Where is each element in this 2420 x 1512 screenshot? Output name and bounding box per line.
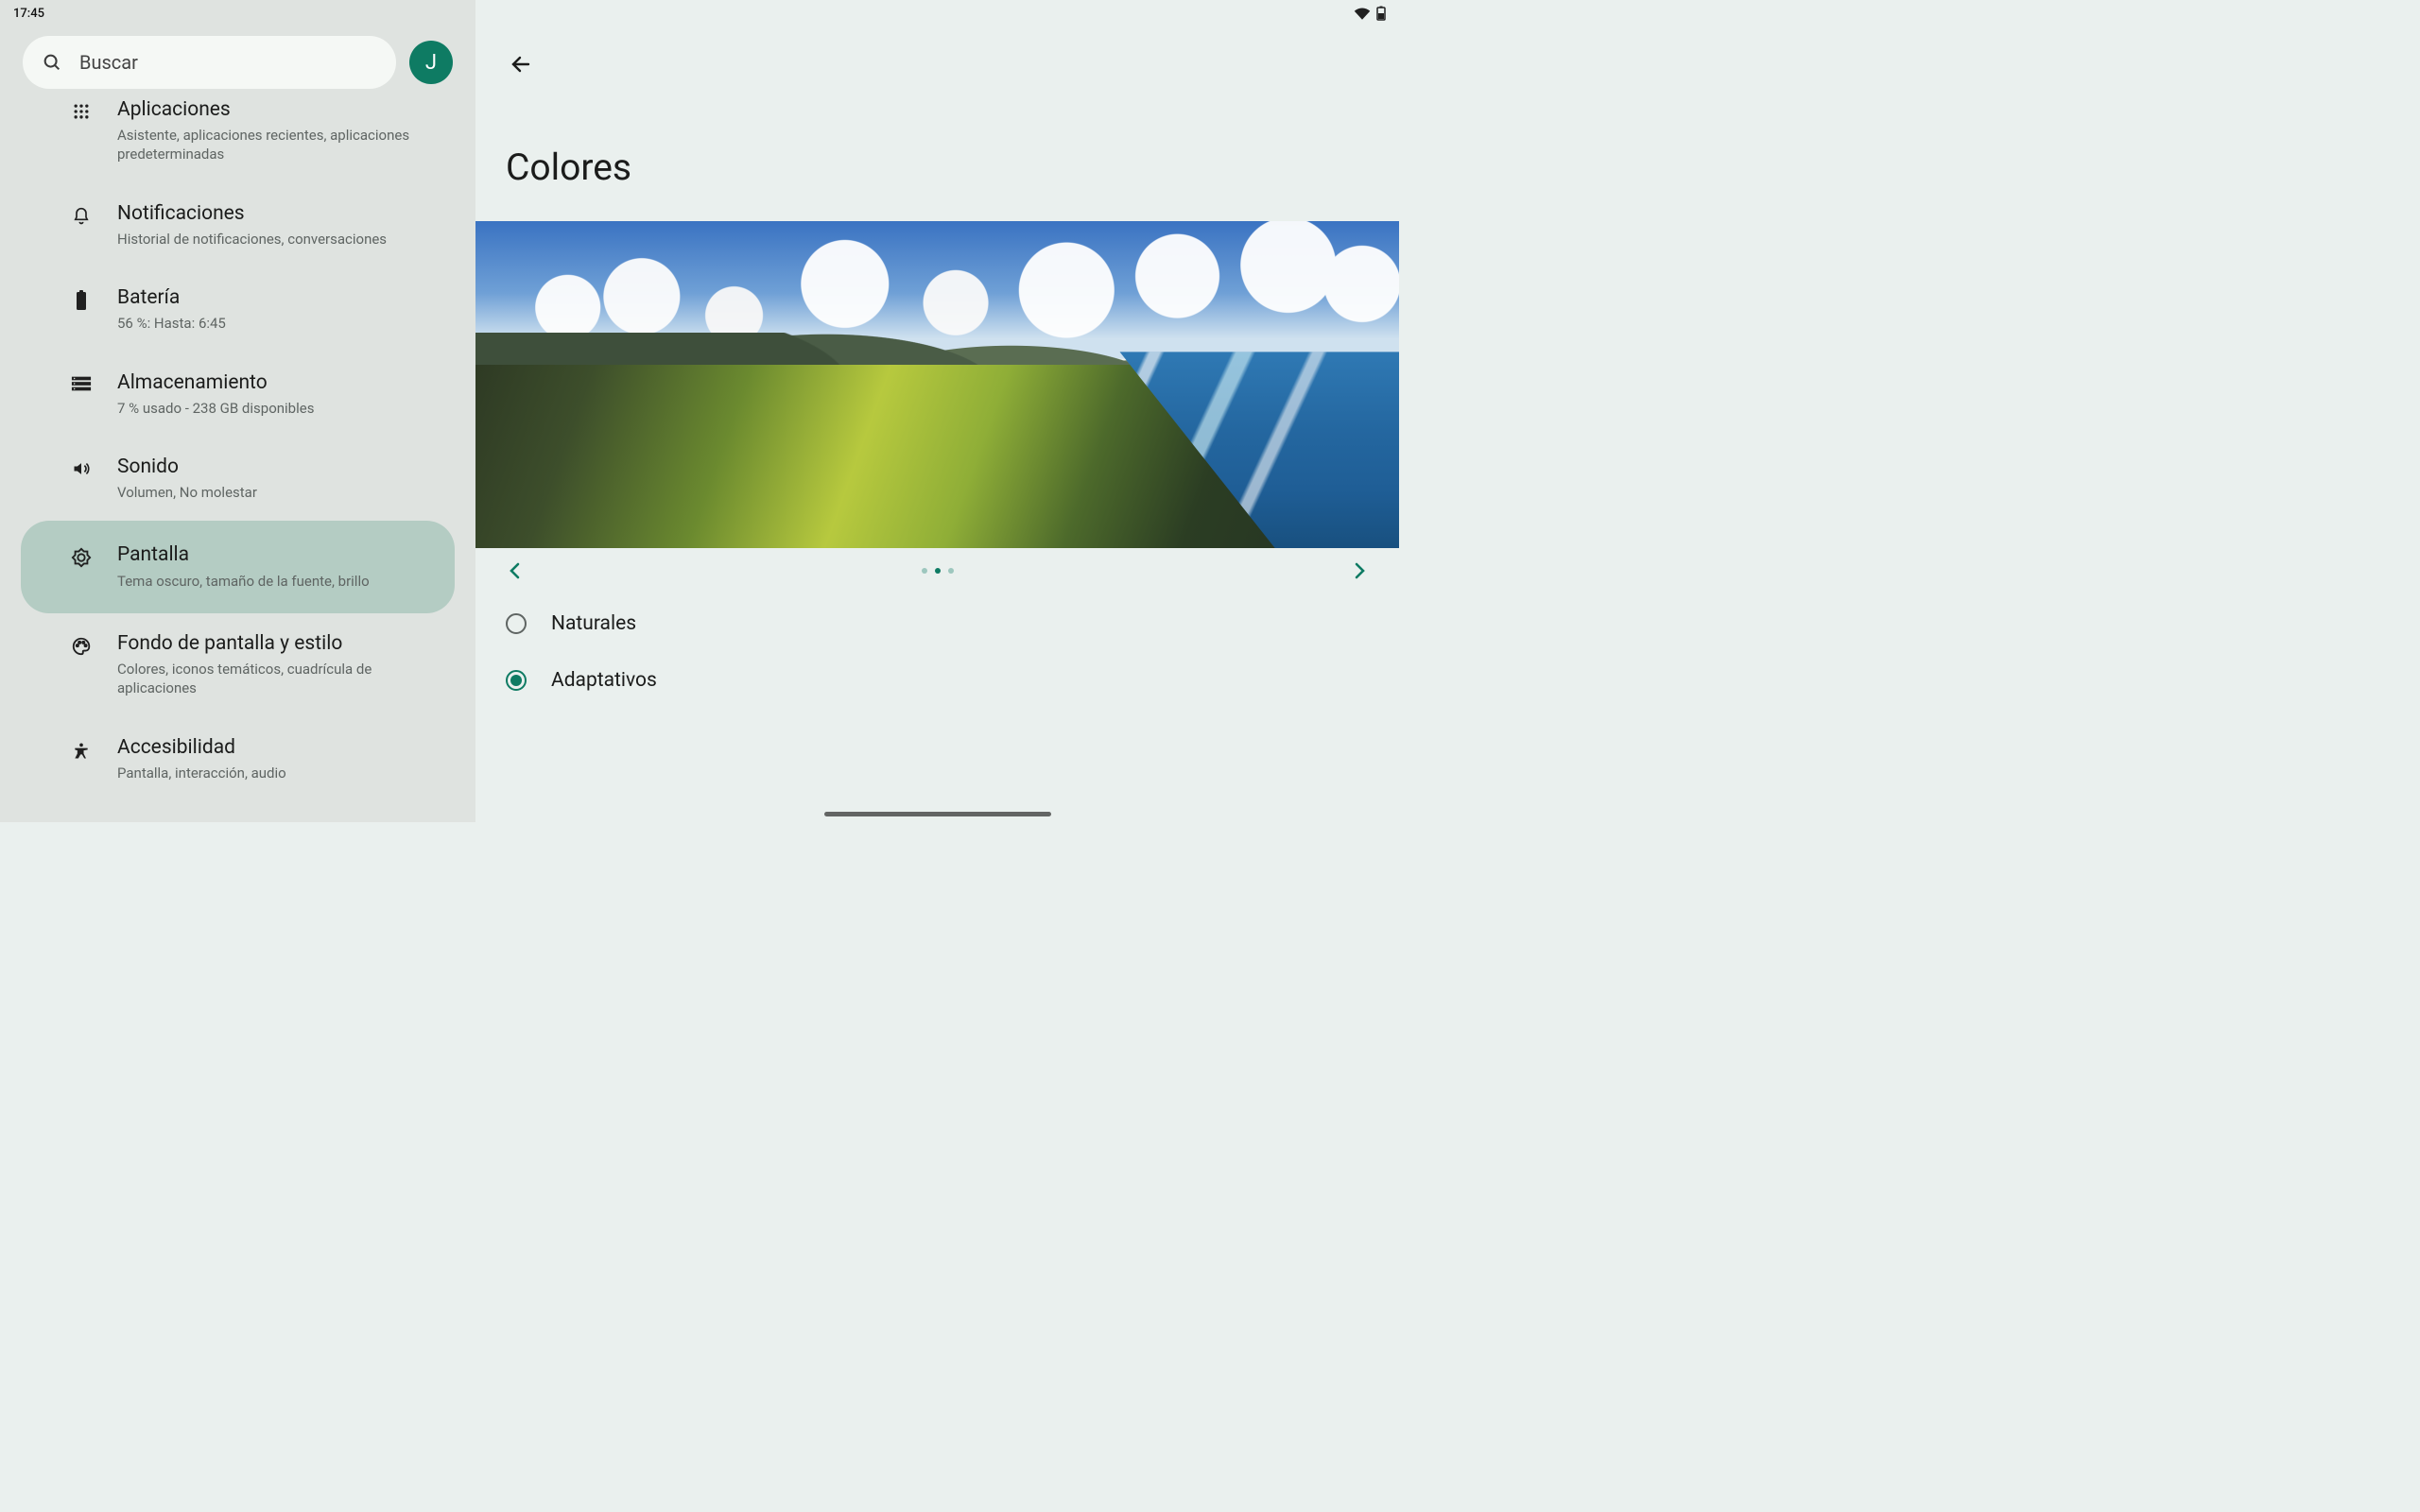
sidebar-item-sub: Pantalla, interacción, audio bbox=[117, 764, 286, 782]
search-input[interactable]: Buscar bbox=[23, 36, 396, 89]
detail-topbar: Colores bbox=[475, 0, 1399, 221]
sound-icon bbox=[70, 455, 93, 478]
sidebar-item-sub: Historial de notificaciones, conversacio… bbox=[117, 230, 387, 249]
sidebar-item-almacenamiento[interactable]: Almacenamiento 7 % usado - 238 GB dispon… bbox=[21, 352, 455, 437]
pager-dots bbox=[922, 568, 954, 574]
sidebar-item-sub: 7 % usado - 238 GB disponibles bbox=[117, 399, 314, 418]
sidebar-item-pantalla[interactable]: Pantalla Tema oscuro, tamaño de la fuent… bbox=[21, 521, 455, 612]
sidebar-item-sub: 56 %: Hasta: 6:45 bbox=[117, 314, 226, 333]
sidebar-item-bateria[interactable]: Batería 56 %: Hasta: 6:45 bbox=[21, 267, 455, 352]
radio-icon bbox=[506, 613, 527, 634]
sidebar-item-title: Notificaciones bbox=[117, 202, 387, 226]
status-icons-right bbox=[1354, 6, 1386, 21]
gesture-nav-handle[interactable] bbox=[824, 812, 1051, 816]
settings-screen: 17:45 Buscar J bbox=[0, 0, 1399, 822]
battery-icon bbox=[70, 286, 93, 311]
sidebar-item-sub: Tema oscuro, tamaño de la fuente, brillo bbox=[117, 572, 370, 591]
storage-icon bbox=[70, 371, 93, 392]
status-bar: 17:45 bbox=[0, 0, 475, 26]
sidebar-item-title: Accesibilidad bbox=[117, 736, 286, 760]
sidebar-item-title: Almacenamiento bbox=[117, 371, 314, 395]
accessibility-icon bbox=[70, 736, 93, 763]
sidebar-item-notificaciones[interactable]: Notificaciones Historial de notificacion… bbox=[21, 183, 455, 267]
pager-prev-button[interactable] bbox=[502, 558, 528, 584]
sidebar-item-sub: Asistente, aplicaciones recientes, aplic… bbox=[117, 126, 430, 164]
status-time: 17:45 bbox=[13, 7, 44, 21]
bell-icon bbox=[70, 202, 93, 227]
profile-avatar[interactable]: J bbox=[409, 41, 453, 84]
option-naturales[interactable]: Naturales bbox=[502, 595, 1373, 652]
sidebar-item-accesibilidad[interactable]: Accesibilidad Pantalla, interacción, aud… bbox=[21, 717, 455, 801]
sidebar-item-title: Batería bbox=[117, 286, 226, 310]
sidebar-item-title: Aplicaciones bbox=[117, 98, 430, 122]
pager-dot bbox=[948, 568, 954, 574]
option-adaptativos[interactable]: Adaptativos bbox=[502, 652, 1373, 709]
avatar-initial: J bbox=[425, 51, 437, 75]
preview-pager bbox=[475, 548, 1399, 590]
color-options: Naturales Adaptativos bbox=[475, 590, 1399, 714]
sidebar-item-title: Sonido bbox=[117, 455, 257, 479]
option-label: Adaptativos bbox=[551, 669, 657, 692]
sidebar-item-title: Fondo de pantalla y estilo bbox=[117, 632, 430, 656]
sidebar-item-aplicaciones[interactable]: Aplicaciones Asistente, aplicaciones rec… bbox=[21, 93, 455, 183]
sidebar-item-sub: Colores, iconos temáticos, cuadrícula de… bbox=[117, 660, 430, 698]
color-preview-image bbox=[475, 221, 1399, 548]
brightness-icon bbox=[70, 543, 93, 568]
search-placeholder: Buscar bbox=[79, 51, 138, 74]
settings-sidebar: 17:45 Buscar J bbox=[0, 0, 475, 822]
search-row: Buscar J bbox=[0, 26, 475, 98]
sidebar-item-title: Pantalla bbox=[117, 543, 370, 567]
sidebar-item-fondo[interactable]: Fondo de pantalla y estilo Colores, icon… bbox=[21, 613, 455, 717]
back-button[interactable] bbox=[502, 45, 540, 83]
pager-next-button[interactable] bbox=[1346, 558, 1373, 584]
option-label: Naturales bbox=[551, 612, 636, 635]
battery-status-icon bbox=[1376, 6, 1386, 21]
search-icon bbox=[42, 52, 62, 73]
pager-dot bbox=[935, 568, 941, 574]
palette-icon bbox=[70, 632, 93, 657]
apps-icon bbox=[70, 98, 93, 121]
page-title: Colores bbox=[506, 146, 1373, 189]
sidebar-item-sub: Volumen, No molestar bbox=[117, 483, 257, 502]
wifi-icon bbox=[1354, 7, 1371, 20]
sidebar-item-sonido[interactable]: Sonido Volumen, No molestar bbox=[21, 437, 455, 521]
radio-icon bbox=[506, 670, 527, 691]
pager-dot bbox=[922, 568, 927, 574]
detail-pane: Colores bbox=[475, 0, 1399, 822]
settings-nav[interactable]: Aplicaciones Asistente, aplicaciones rec… bbox=[0, 93, 475, 822]
